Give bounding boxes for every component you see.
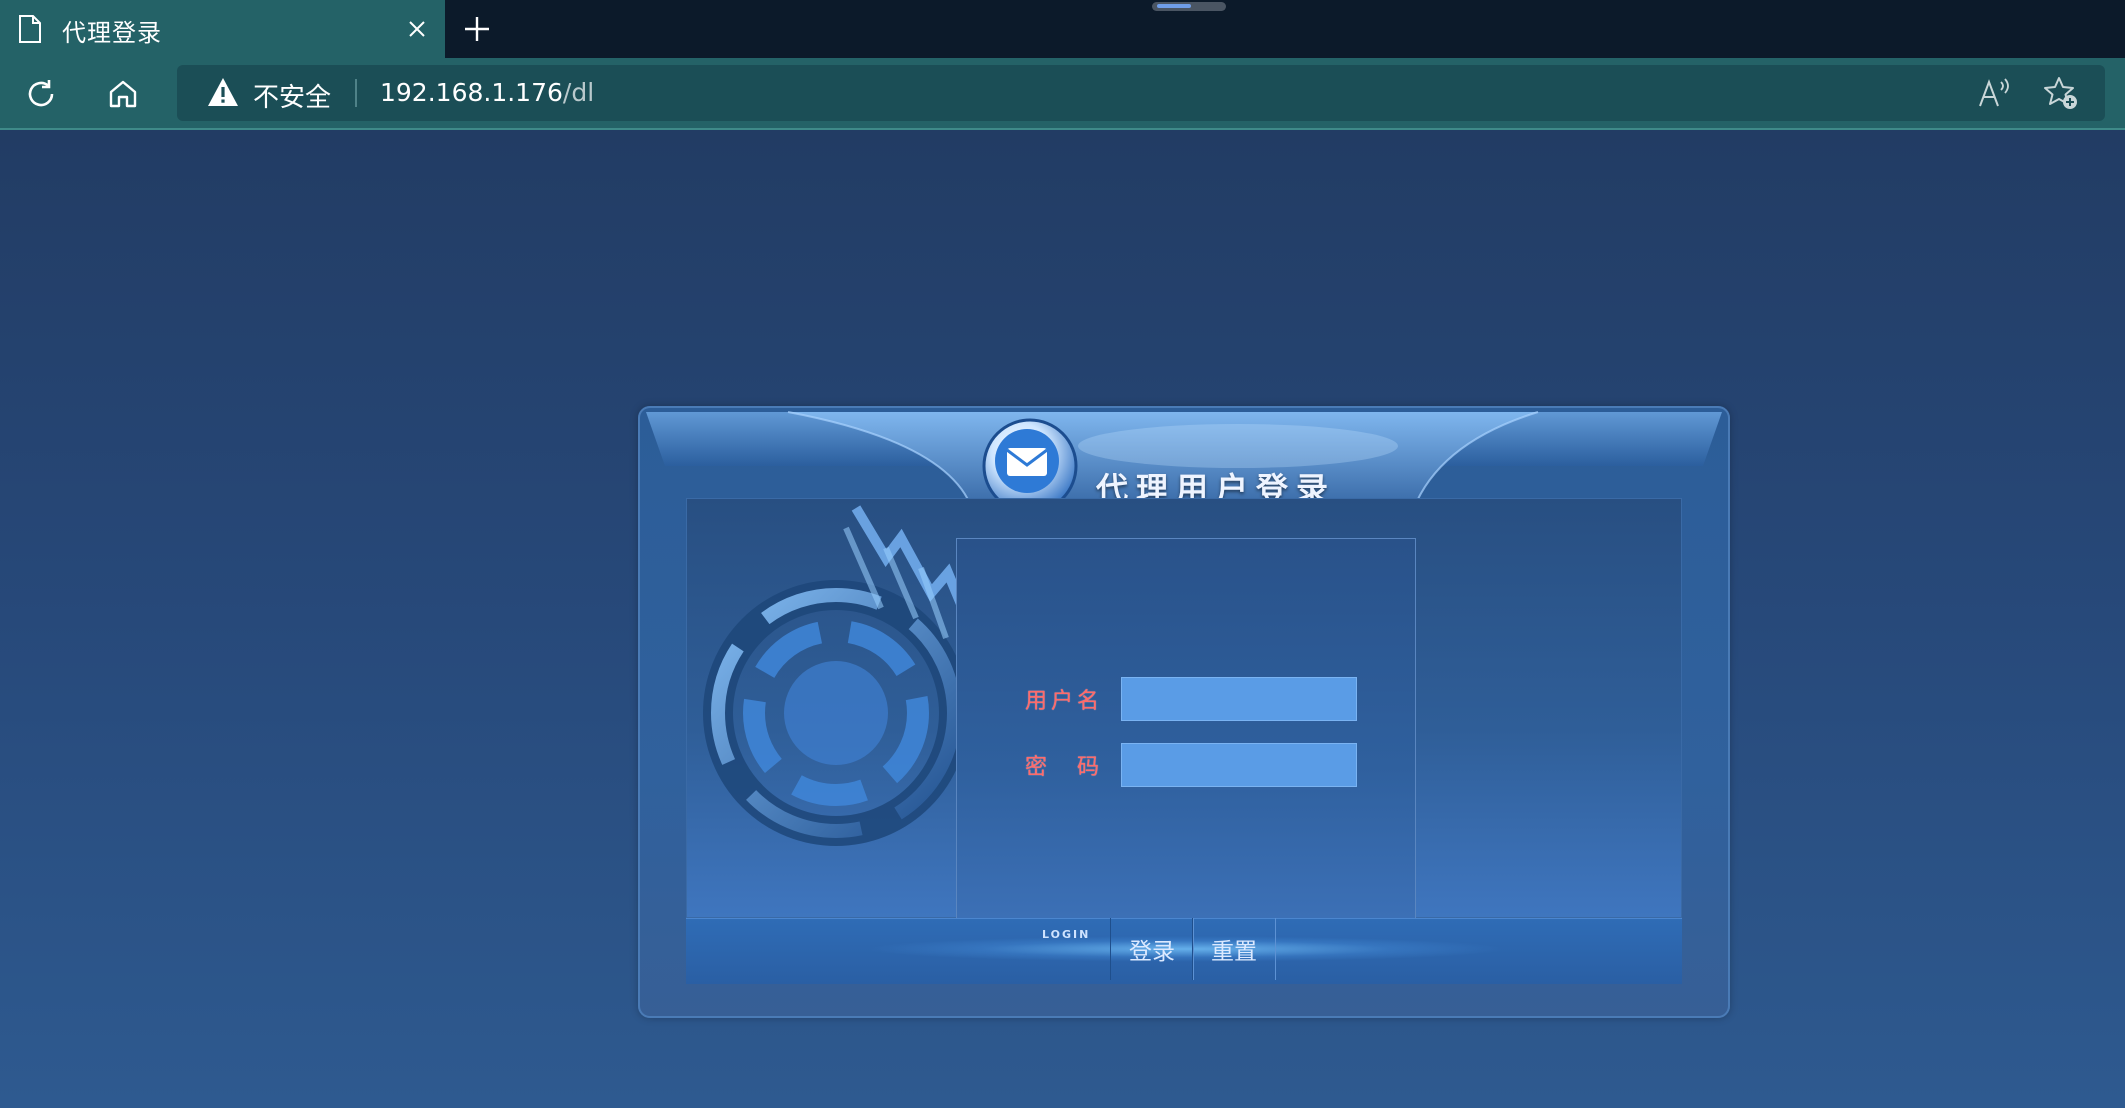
url-host: 192.168.1.176	[380, 78, 563, 107]
tab-strip: 代理登录	[0, 0, 2125, 58]
close-icon	[409, 21, 425, 37]
url-text[interactable]: 192.168.1.176/dl	[380, 78, 594, 107]
home-icon	[109, 80, 137, 108]
browser-toolbar: 不安全 192.168.1.176/dl	[0, 58, 2125, 130]
home-button[interactable]	[99, 70, 147, 118]
window-drag-handle[interactable]	[1152, 2, 1226, 11]
login-tag: LOGIN	[1042, 928, 1091, 941]
add-favorite-icon[interactable]	[2043, 75, 2079, 111]
username-input[interactable]	[1121, 677, 1357, 721]
tab-title: 代理登录	[62, 19, 162, 47]
password-label: 密 码	[1025, 755, 1104, 780]
refresh-button[interactable]	[17, 70, 65, 118]
address-divider	[355, 79, 357, 107]
warning-icon[interactable]	[207, 77, 239, 107]
refresh-icon	[28, 80, 54, 107]
login-panel: 代理用户登录 用户名 密 码 LOGIN 登录 重置	[638, 406, 1730, 1018]
page-content: 代理用户登录 用户名 密 码 LOGIN 登录 重置	[0, 130, 2125, 1108]
plus-icon	[465, 17, 489, 41]
password-input[interactable]	[1121, 743, 1357, 787]
username-label: 用户名	[1025, 689, 1104, 714]
new-tab-button[interactable]	[458, 10, 496, 48]
page-icon	[19, 15, 41, 43]
browser-tab[interactable]: 代理登录	[0, 0, 445, 58]
login-button[interactable]: 登录	[1110, 918, 1194, 980]
login-footer: LOGIN 登录 重置	[686, 918, 1682, 984]
login-body: 用户名 密 码	[686, 498, 1682, 919]
login-form: 用户名 密 码	[956, 538, 1416, 919]
reset-button[interactable]: 重置	[1192, 918, 1276, 980]
url-path: /dl	[562, 78, 595, 107]
tab-close-button[interactable]	[402, 14, 432, 44]
address-bar[interactable]: 不安全 192.168.1.176/dl	[177, 65, 2105, 121]
security-label[interactable]: 不安全	[253, 77, 331, 114]
read-aloud-icon[interactable]	[1977, 76, 2013, 110]
